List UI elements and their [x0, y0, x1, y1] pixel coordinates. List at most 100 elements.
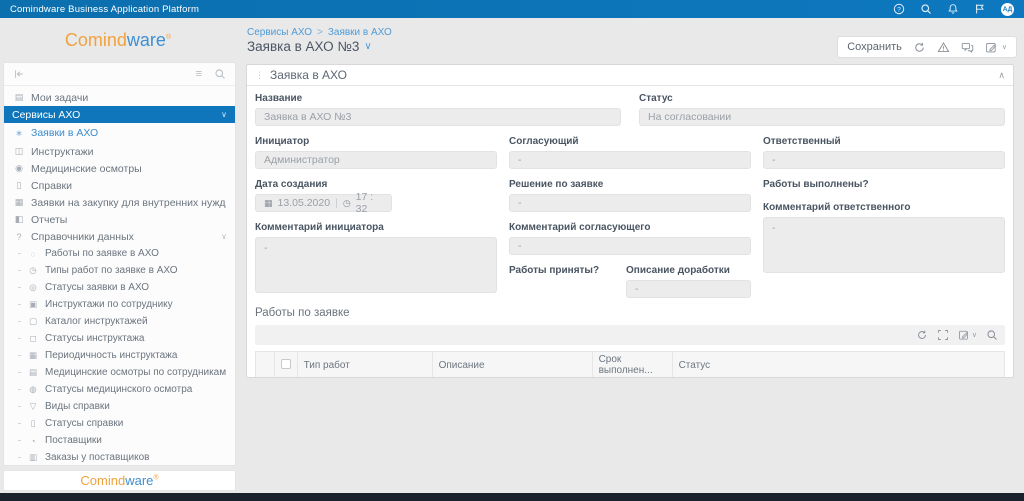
- record-form-panel: ⋮ Заявка в АХО ∧ Название Заявка в АХО №…: [246, 64, 1014, 378]
- breadcrumb-item-services[interactable]: Сервисы АХО: [247, 27, 312, 38]
- employee-briefings-icon: ▣: [26, 299, 40, 310]
- sidebar-subitem-briefing-periodicity[interactable]: ▦ Периодичность инструктажа: [4, 347, 235, 364]
- help-icon[interactable]: ?: [893, 3, 905, 15]
- top-bar: Comindware Business Application Platform…: [0, 0, 1024, 18]
- field-status-input[interactable]: На согласовании: [639, 108, 1005, 126]
- field-name-input[interactable]: Заявка в АХО №3: [255, 108, 621, 126]
- sidebar-subitem-briefing-statuses[interactable]: ◻ Статусы инструктажа: [4, 330, 235, 347]
- field-status: Статус На согласовании: [639, 93, 1005, 126]
- created-date-value: 13.05.2020: [278, 197, 331, 209]
- grid-edit-icon[interactable]: [958, 329, 970, 341]
- sidebar-subitem-work-types[interactable]: ◷ Типы работ по заявке в АХО: [4, 262, 235, 279]
- field-initiator-comment-textarea[interactable]: -: [255, 237, 497, 293]
- sidebar-subitem-employee-briefings[interactable]: ▣ Инструктажи по сотруднику: [4, 296, 235, 313]
- title-chevron-down-icon[interactable]: ∨: [364, 41, 371, 52]
- grid-edit-chevron-icon[interactable]: ∨: [972, 331, 977, 339]
- grid-refresh-icon[interactable]: [916, 329, 928, 341]
- flag-icon[interactable]: [974, 3, 986, 15]
- warning-icon[interactable]: [937, 41, 950, 54]
- sidebar-item-purchase-requests[interactable]: ▦ Заявки на закупку для внутренних нужд: [4, 194, 235, 211]
- sidebar-subitem-briefing-catalog[interactable]: ▢ Каталог инструктажей: [4, 313, 235, 330]
- header-row-number: [256, 352, 275, 379]
- calendar-icon: ▦: [264, 198, 273, 209]
- refresh-icon[interactable]: [913, 41, 926, 54]
- field-responsible-input[interactable]: -: [763, 151, 1005, 169]
- medical-doc-icon: ▤: [26, 367, 40, 378]
- field-approver-comment: Комментарий согласующего -: [509, 222, 751, 255]
- grid-expand-icon[interactable]: [937, 329, 949, 341]
- sidebar-item-my-tasks[interactable]: ▤ Мои задачи: [4, 89, 235, 106]
- sidebar-search-icon[interactable]: [214, 68, 226, 80]
- menu-list-icon[interactable]: ≡: [196, 69, 202, 80]
- works-section-title: Работы по заявке: [255, 307, 1005, 319]
- page-title[interactable]: Заявка в АХО №3 ∨: [247, 39, 372, 54]
- sidebar-subitem-request-statuses[interactable]: ◎ Статусы заявки в АХО: [4, 279, 235, 296]
- works-icon: ◌: [26, 249, 40, 259]
- field-created-date-input[interactable]: ▦ 13.05.2020 | ◷ 17 : 32: [255, 194, 392, 212]
- field-works-accepted: Работы приняты?: [509, 265, 614, 298]
- field-initiator-comment: Комментарий инициатора -: [255, 222, 497, 293]
- header-work-type[interactable]: Тип работ: [297, 352, 432, 379]
- breadcrumb-separator: >: [317, 27, 323, 38]
- sidebar-subitem-suppliers[interactable]: ◔ Поставщики: [4, 432, 235, 449]
- header-due-date[interactable]: Срок выполнен...: [592, 352, 672, 379]
- notifications-bell-icon[interactable]: [947, 3, 959, 15]
- sidebar-item-services-axo[interactable]: Сервисы АХО ∨: [4, 106, 235, 123]
- medical-icon: ◉: [12, 163, 26, 174]
- chevron-down-icon: ∨: [221, 232, 227, 241]
- sidebar-item-briefings[interactable]: ◫ Инструктажи: [4, 143, 235, 160]
- sidebar-item-certificates[interactable]: ▯ Справки: [4, 177, 235, 194]
- grid-search-icon[interactable]: [986, 329, 998, 341]
- app-title: Comindware Business Application Platform: [10, 4, 199, 15]
- field-approver-input[interactable]: -: [509, 151, 751, 169]
- header-status[interactable]: Статус: [672, 352, 1004, 379]
- field-approver-comment-input[interactable]: -: [509, 237, 751, 255]
- sidebar-subitem-works-by-request[interactable]: ◌ Работы по заявке в АХО: [4, 245, 235, 262]
- sidebar-item-reports[interactable]: ◧ Отчеты: [4, 211, 235, 228]
- dictionaries-icon: ?: [12, 232, 26, 242]
- field-initiator-input[interactable]: Администратор: [255, 151, 497, 169]
- comments-icon[interactable]: [961, 41, 974, 54]
- work-types-icon: ◷: [26, 265, 40, 276]
- sidebar-footer-logo: Comindware®: [3, 470, 236, 491]
- sidebar-subitem-certificate-statuses[interactable]: ▯ Статусы справки: [4, 415, 235, 432]
- exam-status-icon: ◍: [26, 384, 40, 395]
- sidebar-item-medical-exams[interactable]: ◉ Медицинские осмотры: [4, 160, 235, 177]
- search-icon[interactable]: [920, 3, 932, 15]
- field-works-done: Работы выполнены?: [763, 179, 1005, 190]
- breadcrumb: Сервисы АХО > Заявки в АХО: [247, 27, 392, 38]
- field-name: Название Заявка в АХО №3: [255, 93, 621, 126]
- save-button[interactable]: Сохранить: [847, 41, 902, 53]
- sidebar-subitem-supplier-orders[interactable]: ▥ Заказы у поставщиков: [4, 449, 235, 466]
- edit-chevron-down-icon[interactable]: ∨: [1002, 43, 1007, 51]
- field-decision: Решение по заявке -: [509, 179, 751, 212]
- works-table: Тип работ Описание Срок выполнен... Стат…: [255, 351, 1005, 378]
- field-rework-description: Описание доработки -: [626, 265, 751, 298]
- breadcrumb-item-requests[interactable]: Заявки в АХО: [328, 27, 392, 38]
- catalog-icon: ▢: [26, 316, 40, 327]
- sidebar-subitem-certificate-kinds[interactable]: ▽ Виды справки: [4, 398, 235, 415]
- bottom-bar: [0, 493, 1024, 501]
- header-description[interactable]: Описание: [432, 352, 592, 379]
- field-responsible-comment: Комментарий ответственного -: [763, 202, 1005, 273]
- select-all-checkbox[interactable]: [281, 359, 291, 369]
- clock-icon: ◷: [343, 198, 351, 209]
- sidebar-item-data-dictionaries[interactable]: ? Справочники данных ∨: [4, 228, 235, 245]
- sidebar-item-requests-axo[interactable]: ∗ Заявки в АХО: [4, 123, 235, 143]
- collapse-sidebar-icon[interactable]: [13, 68, 25, 80]
- user-avatar[interactable]: АД: [1001, 3, 1014, 16]
- edit-icon[interactable]: [985, 41, 998, 54]
- sidebar-subitem-employee-medical-exams[interactable]: ▤ Медицинские осмотры по сотрудникам: [4, 364, 235, 381]
- field-initiator: Инициатор Администратор: [255, 136, 497, 169]
- panel-body: Название Заявка в АХО №3 Статус На согла…: [247, 86, 1013, 378]
- field-created-date: Дата создания ▦ 13.05.2020 | ◷ 17 : 32: [255, 179, 497, 212]
- field-decision-input[interactable]: -: [509, 194, 751, 212]
- collapse-panel-icon[interactable]: ∧: [998, 70, 1005, 81]
- field-responsible-comment-textarea[interactable]: -: [763, 217, 1005, 273]
- field-rework-description-input[interactable]: -: [626, 280, 751, 298]
- tasks-icon: ▤: [12, 92, 26, 103]
- sidebar-subitem-medical-exam-statuses[interactable]: ◍ Статусы медицинского осмотра: [4, 381, 235, 398]
- drag-handle-icon[interactable]: ⋮: [255, 70, 264, 81]
- sidebar-toolbar: ≡: [4, 63, 235, 86]
- reports-icon: ◧: [12, 214, 26, 225]
